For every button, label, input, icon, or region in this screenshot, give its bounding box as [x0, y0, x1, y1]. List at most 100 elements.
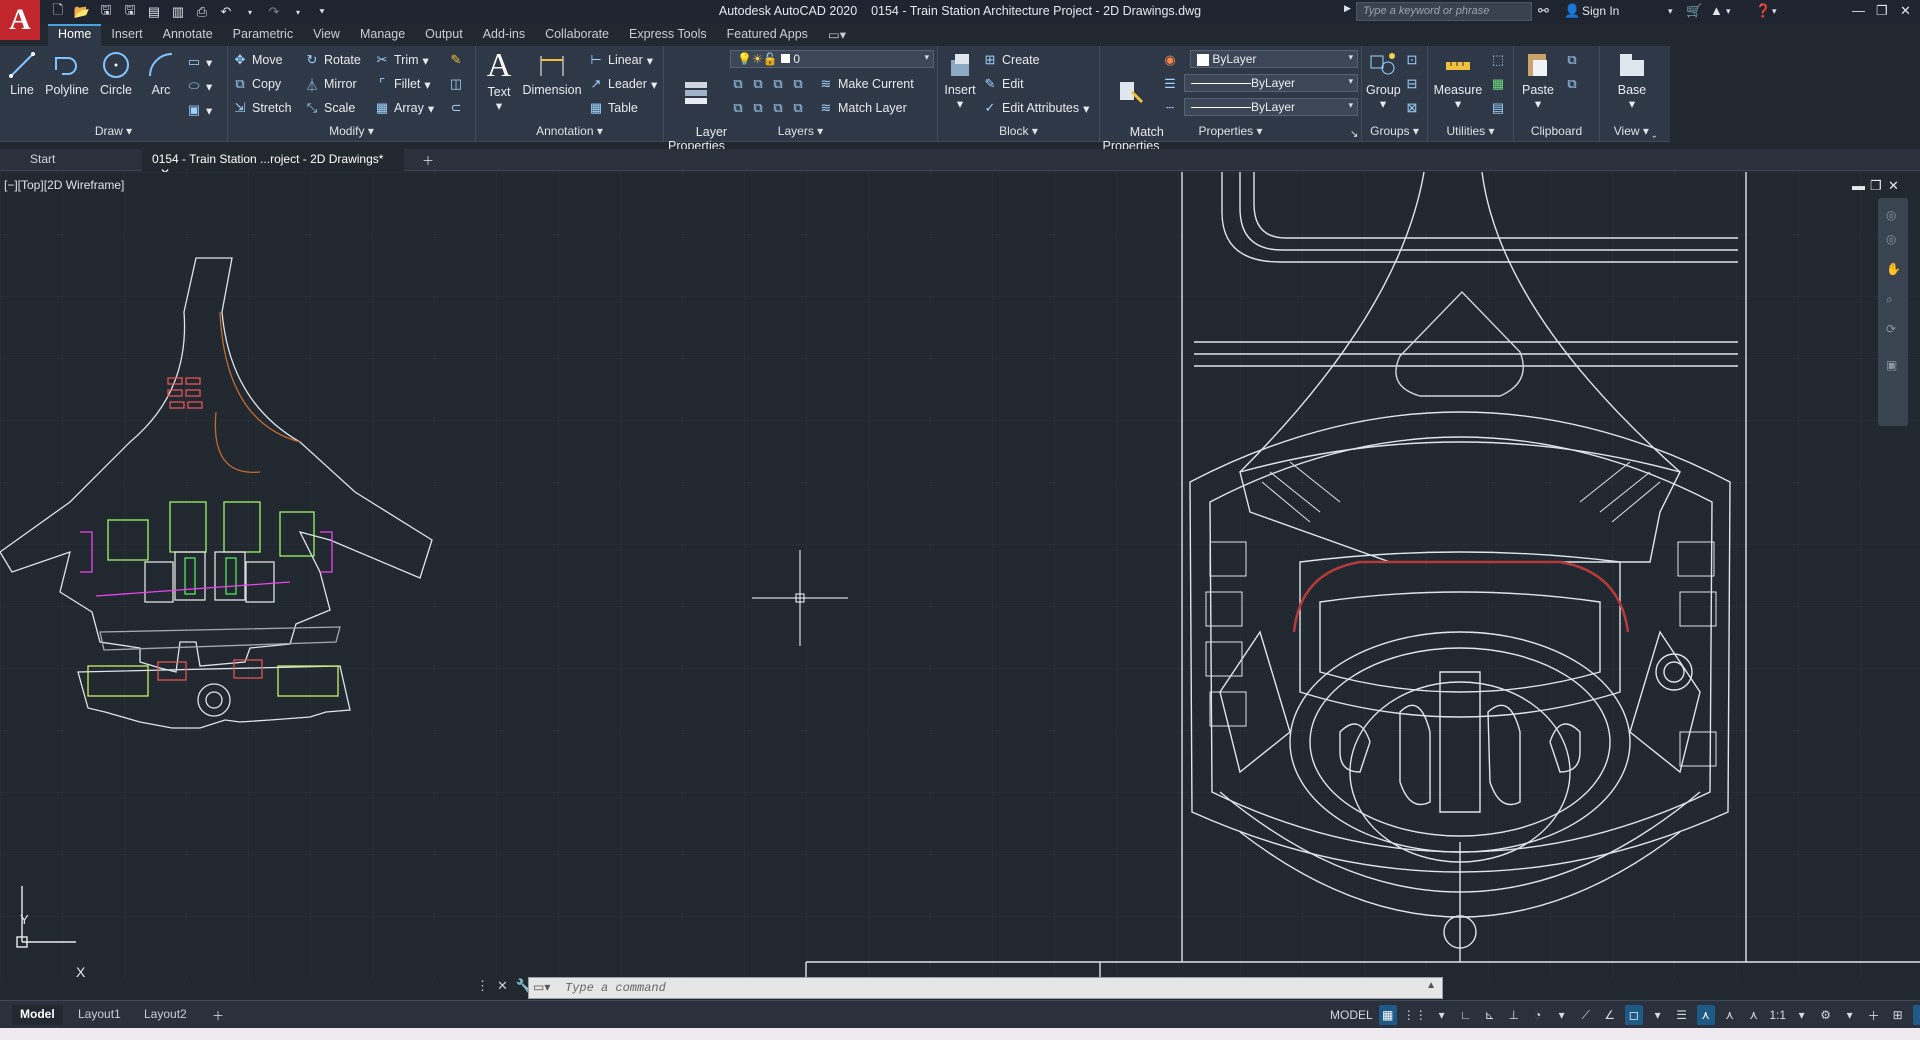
create-block-button[interactable]: ⊞ Create — [982, 50, 1040, 70]
viewport-close-icon[interactable]: ✕ — [1888, 178, 1899, 194]
close-window-icon[interactable]: ✕ — [1900, 3, 1911, 19]
copy-button[interactable]: ⧉ Copy — [232, 74, 281, 94]
showmotion-icon[interactable]: ▣ — [1886, 358, 1897, 372]
open-web-icon[interactable]: ▤ — [144, 2, 164, 22]
offset-icon[interactable]: ⊂ — [448, 98, 464, 118]
id-point-icon[interactable]: ▤ — [1490, 98, 1506, 118]
search-input[interactable]: Type a keyword or phrase — [1356, 2, 1532, 21]
command-close-icon[interactable]: ✕ — [497, 978, 508, 994]
command-input[interactable]: Type a command — [565, 981, 666, 995]
ortho-icon[interactable]: ⊥ — [1505, 1005, 1523, 1025]
save-icon[interactable]: 🖫 — [96, 2, 116, 22]
linetype-dropdown[interactable]: ByLayer ▾ — [1184, 98, 1358, 116]
measure-button[interactable]: Measure ▾ — [1430, 50, 1486, 111]
minimize-icon[interactable]: — — [1852, 3, 1865, 18]
drawing-canvas[interactable]: [−][Top][2D Wireframe] Y X ▬ ❐ ✕ ◎ ◎ ✋ ⌕… — [0, 172, 1920, 978]
paste-button[interactable]: Paste ▾ — [1518, 50, 1558, 111]
auto-scale-icon[interactable]: ⋏ — [1721, 1005, 1739, 1025]
utilities-panel-title[interactable]: Utilities ▾ — [1428, 124, 1513, 140]
layer-tools-row2[interactable]: ⧉ ⧉ ⧉ ⧉ — [730, 98, 806, 118]
annotation-scale-value[interactable]: 1:1 — [1769, 1005, 1787, 1025]
zoom-extents-icon[interactable]: ⌕ — [1886, 292, 1893, 307]
undo-icon[interactable]: ↶ — [216, 2, 236, 22]
color-wheel-icon[interactable]: ◉ — [1162, 50, 1178, 70]
line-button[interactable]: Line — [6, 50, 38, 97]
layout-tab-layout2[interactable]: Layout2 — [136, 1005, 195, 1025]
tab-manage[interactable]: Manage — [350, 24, 415, 46]
snap-icon[interactable]: ⋮⋮ — [1403, 1005, 1427, 1025]
layout-tab-model[interactable]: Model — [12, 1005, 63, 1025]
modify-panel-title[interactable]: Modify ▾ — [228, 124, 475, 140]
workspace-gear-icon[interactable]: ⚙ — [1817, 1005, 1835, 1025]
properties-launcher-icon[interactable]: ↘ — [1350, 124, 1358, 144]
tab-output[interactable]: Output — [415, 24, 473, 46]
tab-active-drawing[interactable]: 0154 - Train Station ...roject - 2D Draw… — [142, 149, 404, 180]
model-space-toggle[interactable]: MODEL — [1330, 1005, 1373, 1025]
group-button[interactable]: Group ▾ — [1366, 50, 1401, 111]
infer-constraints-icon[interactable]: ∟ — [1457, 1005, 1475, 1025]
view-panel-title[interactable]: View ▾ ˬ — [1600, 124, 1670, 140]
lineweight-dropdown[interactable]: ByLayer ▾ — [1184, 74, 1358, 92]
new-file-icon[interactable]: 🗋 — [48, 2, 68, 22]
tab-parametric[interactable]: Parametric — [223, 24, 303, 46]
polar-tracking-icon[interactable]: ◔ — [1529, 1005, 1547, 1025]
command-grip-icon[interactable]: ⋮ — [476, 978, 489, 994]
tab-home[interactable]: Home — [48, 24, 102, 46]
orbit-icon[interactable]: ⟳ — [1886, 322, 1896, 336]
cut-icon[interactable]: ⧉ — [1564, 50, 1580, 70]
customize-qat-icon[interactable]: ⯆ — [312, 2, 332, 22]
isolate-objects-icon[interactable]: ◑ — [1912, 1005, 1920, 1025]
tab-featured-apps[interactable]: Featured Apps — [717, 24, 818, 46]
mirror-button[interactable]: ⏃ Mirror — [304, 74, 356, 94]
tab-collaborate[interactable]: Collaborate — [535, 24, 619, 46]
tab-express-tools[interactable]: Express Tools — [619, 24, 717, 46]
layers-panel-title[interactable]: Layers ▾ — [664, 124, 937, 140]
help-icon[interactable]: ❓ — [1755, 3, 1771, 19]
edit-block-button[interactable]: ✎ Edit — [982, 74, 1024, 94]
explode-icon[interactable]: ◫ — [448, 74, 464, 94]
leader-button[interactable]: ↗ Leader ▾ — [588, 74, 658, 94]
search-expand-icon[interactable]: ▶ — [1344, 3, 1351, 14]
annotation-monitor-icon[interactable]: ＋ — [1865, 1005, 1883, 1025]
steering-wheel-icon[interactable]: ◎ — [1886, 208, 1896, 222]
new-tab-button[interactable]: ＋ — [412, 149, 444, 171]
annotation-scale-dropdown-icon[interactable]: ▾ — [1793, 1005, 1811, 1025]
groups-panel-title[interactable]: Groups ▾ — [1362, 124, 1427, 140]
properties-panel-title[interactable]: Properties ▾ — [1100, 124, 1361, 140]
block-panel-title[interactable]: Block ▾ — [938, 124, 1099, 140]
object-snap-dropdown-icon[interactable]: ▾ — [1649, 1005, 1667, 1025]
sign-in-link[interactable]: Sign In — [1582, 4, 1619, 18]
layer-dropdown[interactable]: 💡☀🔓 0 ▾ — [730, 50, 934, 68]
grid-icon[interactable]: ▦ — [1378, 1005, 1397, 1025]
isodraft-icon[interactable]: ⟋ — [1577, 1005, 1595, 1025]
rectangle-icon[interactable]: ▭ ▾ — [186, 52, 212, 72]
annotation-scale-icon[interactable]: ⋏ — [1745, 1005, 1763, 1025]
print-icon[interactable]: ⎙ — [192, 2, 212, 22]
add-layout-button[interactable]: ＋ — [204, 1005, 232, 1025]
boundary-icon[interactable]: ▣ ▾ — [186, 100, 212, 120]
snap-dropdown-icon[interactable]: ▾ — [1433, 1005, 1451, 1025]
tab-annotate[interactable]: Annotate — [153, 24, 223, 46]
tab-add-ins[interactable]: Add-ins — [473, 24, 535, 46]
group-selection-icon[interactable]: ⊠ — [1404, 98, 1420, 118]
annotation-visibility-icon[interactable]: ⋏ — [1696, 1005, 1715, 1025]
sign-in-dropdown-icon[interactable]: ▾ — [1668, 6, 1673, 17]
cart-icon[interactable]: 🛒 — [1686, 3, 1702, 19]
a360-dropdown-icon[interactable]: ▾ — [1726, 6, 1731, 17]
help-dropdown-icon[interactable]: ▾ — [1772, 6, 1777, 17]
insert-button[interactable]: Insert ▾ — [942, 50, 978, 111]
undo-dropdown-icon[interactable]: ▾ — [240, 2, 260, 22]
redo-icon[interactable]: ↷ — [264, 2, 284, 22]
polyline-button[interactable]: Polyline — [44, 50, 90, 97]
units-icon[interactable]: ⊞ — [1889, 1005, 1907, 1025]
command-line[interactable]: ▭▾ Type a command ▲ — [528, 977, 1443, 999]
ribbon-minimize-icon[interactable]: ▭▾ — [818, 24, 856, 46]
restore-icon[interactable]: ❐ — [1876, 3, 1888, 19]
group-edit-icon[interactable]: ⊟ — [1404, 74, 1420, 94]
save-web-icon[interactable]: ▥ — [168, 2, 188, 22]
autocad-logo-icon[interactable]: A — [0, 0, 40, 40]
edit-attributes-button[interactable]: ✓ Edit Attributes ▾ — [982, 98, 1090, 118]
scale-button[interactable]: ⤡ Scale — [304, 98, 355, 118]
layout-tab-layout1[interactable]: Layout1 — [70, 1005, 129, 1025]
array-button[interactable]: ▦ Array ▾ — [374, 98, 434, 118]
